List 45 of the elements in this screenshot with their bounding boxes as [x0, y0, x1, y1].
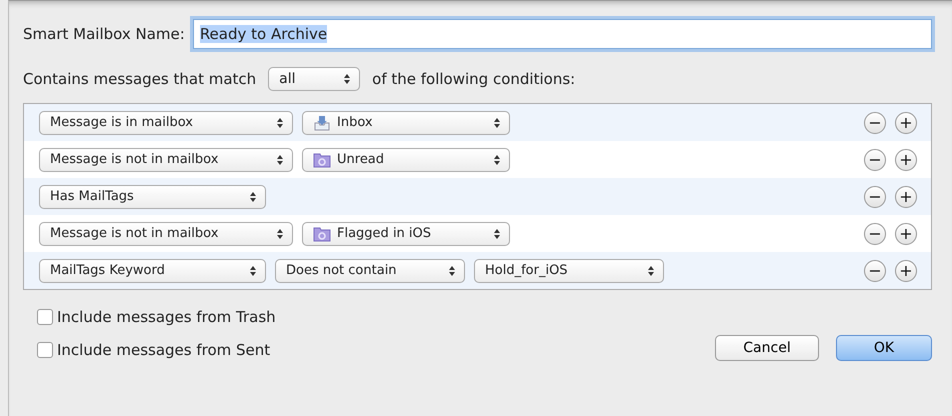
- inbox-icon: [313, 114, 331, 132]
- remove-condition-button[interactable]: −: [864, 148, 886, 170]
- add-condition-button[interactable]: +: [895, 148, 917, 170]
- stepper-arrows-icon: [647, 264, 655, 276]
- stepper-arrows-icon: [276, 116, 284, 128]
- condition-popup[interactable]: Does not contain: [275, 258, 465, 282]
- gear-folder-icon: [313, 152, 331, 168]
- checkbox[interactable]: [37, 309, 53, 326]
- add-condition-button[interactable]: +: [895, 222, 917, 244]
- stepper-arrows-icon: [448, 264, 456, 276]
- condition-popup[interactable]: Has MailTags: [39, 184, 266, 208]
- add-condition-button[interactable]: +: [895, 186, 917, 208]
- stepper-arrows-icon: [493, 154, 501, 166]
- condition-popup[interactable]: Flagged in iOS: [302, 222, 510, 246]
- cancel-button[interactable]: Cancel: [715, 335, 819, 361]
- match-label: Contains messages that match: [23, 68, 256, 90]
- condition-popup[interactable]: Message is not in mailbox: [39, 148, 293, 172]
- checkbox-label: Include messages from Sent: [57, 340, 270, 360]
- condition-popup[interactable]: Message is in mailbox: [39, 110, 293, 134]
- condition-popup[interactable]: Inbox: [302, 110, 510, 134]
- condition-popup[interactable]: Hold_for_iOS: [474, 258, 664, 282]
- add-condition-button[interactable]: +: [895, 112, 917, 134]
- checkbox-label: Include messages from Trash: [57, 307, 276, 328]
- gear-folder-icon: [313, 226, 331, 242]
- condition-popup[interactable]: MailTags Keyword: [39, 258, 266, 282]
- match-label: of the following conditions:: [372, 68, 576, 90]
- ok-button[interactable]: OK: [836, 335, 932, 361]
- condition-popup[interactable]: Unread: [302, 148, 510, 172]
- stepper-arrows-icon: [343, 73, 352, 85]
- stepper-arrows-icon: [493, 228, 501, 240]
- match-popup[interactable]: all: [268, 67, 360, 91]
- add-condition-button[interactable]: +: [895, 260, 917, 282]
- mailbox-name-field[interactable]: Ready to Archive: [192, 19, 932, 49]
- remove-condition-button[interactable]: −: [864, 222, 886, 244]
- condition-popup[interactable]: Message is not in mailbox: [39, 222, 293, 246]
- remove-condition-button[interactable]: −: [864, 112, 886, 134]
- stepper-arrows-icon: [249, 190, 257, 202]
- stepper-arrows-icon: [276, 228, 284, 240]
- remove-condition-button[interactable]: −: [864, 260, 886, 282]
- remove-condition-button[interactable]: −: [864, 186, 886, 208]
- stepper-arrows-icon: [276, 154, 284, 166]
- stepper-arrows-icon: [493, 116, 501, 128]
- stepper-arrows-icon: [249, 264, 257, 276]
- name-label: Smart Mailbox Name:: [23, 24, 185, 45]
- checkbox[interactable]: [37, 342, 53, 358]
